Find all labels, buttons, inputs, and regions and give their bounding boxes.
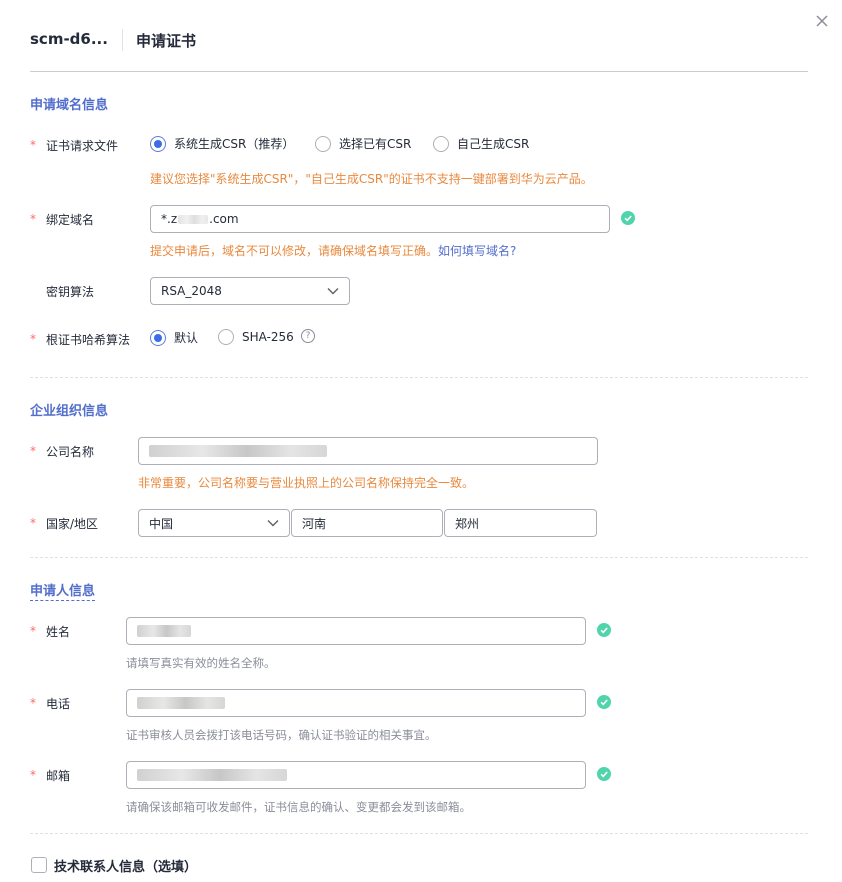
section-divider [30, 833, 808, 834]
required-mark: * [30, 332, 36, 346]
csr-label: 证书请求文件 [46, 139, 119, 153]
radio-dot [433, 135, 449, 152]
section-divider [30, 557, 808, 558]
section-title-applicant: 申请人信息 [30, 580, 96, 601]
csr-hint: 建议您选择"系统生成CSR"，"自己生成CSR"的证书不支持一键部署到华为云产品… [150, 172, 593, 186]
email-input[interactable] [126, 761, 586, 789]
province-value: 河南 [302, 516, 327, 531]
close-icon[interactable] [814, 13, 830, 29]
radio-csr-existing[interactable]: 选择已有CSR [315, 135, 411, 152]
city-value: 郑州 [455, 516, 480, 531]
province-input[interactable]: 河南 [291, 509, 443, 537]
section-title-org: 企业组织信息 [30, 404, 109, 419]
success-check-icon [597, 623, 611, 637]
redacted-text [178, 214, 209, 224]
header-divider [30, 71, 808, 72]
radio-dot [218, 329, 234, 345]
country-select[interactable]: 中国 [138, 509, 290, 537]
page-title: 申请证书 [136, 32, 197, 50]
redacted-text [137, 697, 225, 709]
radio-label: SHA-256 [242, 330, 294, 344]
radio-dot [315, 135, 331, 152]
section-title-domain: 申请域名信息 [30, 98, 109, 113]
required-mark: * [30, 212, 36, 226]
phone-hint: 证书审核人员会拨打该电话号码，确认证书验证的相关事宜。 [126, 728, 437, 742]
tech-contact-checkbox[interactable] [31, 857, 47, 873]
domain-hint: 提交申请后，域名不可以修改，请确保域名填写正确。如何填写域名? [150, 242, 516, 259]
radio-dot [150, 329, 166, 346]
key-algo-label: 密钥算法 [46, 285, 95, 299]
radio-label: 默认 [174, 331, 199, 345]
key-algo-select[interactable]: RSA_2048 [150, 277, 350, 305]
chevron-down-icon [267, 520, 279, 527]
hash-algo-label: 根证书哈希算法 [46, 333, 131, 347]
radio-label: 自己生成CSR [457, 137, 530, 151]
success-check-icon [621, 211, 635, 225]
country-value: 中国 [149, 516, 174, 531]
radio-dot [150, 135, 166, 152]
company-hint: 非常重要，公司名称要与营业执照上的公司名称保持完全一致。 [138, 476, 475, 490]
success-check-icon [597, 767, 611, 781]
radio-csr-self[interactable]: 自己生成CSR [433, 135, 529, 152]
phone-label: 电话 [46, 697, 71, 711]
required-mark: * [30, 624, 36, 638]
redacted-text [137, 625, 191, 637]
company-input[interactable] [138, 437, 598, 465]
success-check-icon [597, 695, 611, 709]
redacted-text [149, 445, 327, 457]
radio-hash-sha256[interactable]: SHA-256 [218, 329, 294, 345]
required-mark: * [30, 696, 36, 710]
radio-label: 系统生成CSR（推荐） [174, 137, 295, 151]
domain-help-link[interactable]: 如何填写域名? [438, 244, 516, 258]
email-label: 邮箱 [46, 769, 71, 783]
section-title-tech: 技术联系人信息（选填） [54, 860, 198, 875]
redacted-text [137, 769, 287, 781]
company-label: 公司名称 [46, 445, 95, 459]
chevron-down-icon [327, 288, 339, 295]
required-mark: * [30, 768, 36, 782]
name-input[interactable] [126, 617, 586, 645]
key-algo-value: RSA_2048 [161, 284, 222, 298]
section-divider [30, 377, 808, 378]
email-hint: 请确保该邮箱可收发邮件，证书信息的确认、变更都会发到该邮箱。 [126, 800, 471, 814]
name-label: 姓名 [46, 625, 71, 639]
domain-hint-text: 提交申请后，域名不可以修改，请确保域名填写正确。 [150, 244, 439, 258]
phone-input[interactable] [126, 689, 586, 717]
country-label: 国家/地区 [46, 517, 99, 531]
domain-label: 绑定域名 [46, 213, 95, 227]
header-separator [122, 29, 123, 51]
city-input[interactable]: 郑州 [444, 509, 597, 537]
radio-label: 选择已有CSR [339, 137, 412, 151]
name-hint: 请填写真实有效的姓名全称。 [126, 656, 276, 670]
required-mark: * [30, 516, 36, 530]
domain-input[interactable]: *.z .com [150, 205, 610, 233]
domain-value-prefix: *.z [161, 212, 178, 226]
radio-hash-default[interactable]: 默认 [150, 329, 198, 346]
required-mark: * [30, 444, 36, 458]
domain-value-suffix: .com [209, 212, 239, 226]
radio-csr-system[interactable]: 系统生成CSR（推荐） [150, 135, 294, 152]
required-mark: * [30, 138, 36, 152]
help-icon[interactable]: ? [301, 329, 315, 343]
certificate-id: scm-d6... [30, 30, 108, 48]
